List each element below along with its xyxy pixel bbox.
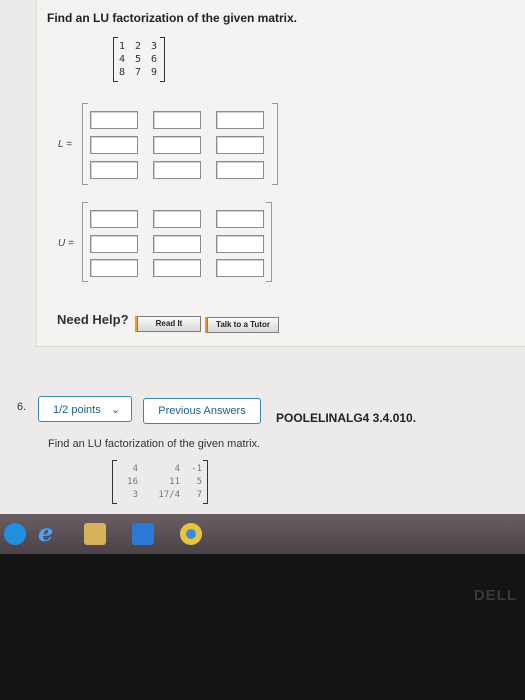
u-input-21[interactable] xyxy=(90,235,138,253)
matrix-cell: 4 xyxy=(119,54,126,65)
dell-logo: DELL xyxy=(473,587,517,604)
matrix-cell: 7 xyxy=(135,67,142,78)
l-input-12[interactable] xyxy=(153,111,201,129)
file-explorer-icon[interactable] xyxy=(84,523,106,545)
l-input-22[interactable] xyxy=(153,136,201,154)
matrix-cell: 2 xyxy=(135,41,142,52)
read-it-button[interactable]: Read It xyxy=(137,316,201,332)
matrix-cell: -1 xyxy=(191,464,202,474)
windows-store-icon[interactable] xyxy=(132,523,154,545)
screen: Find an LU factorization of the given ma… xyxy=(0,0,525,532)
question-6-matrix: 4 4 -1 16 11 5 3 17/4 7 xyxy=(112,460,208,504)
matrix-cell: 17/4 xyxy=(158,490,180,500)
l-input-31[interactable] xyxy=(90,161,138,179)
u-label: U = xyxy=(58,238,74,249)
matrix-cell: 4 xyxy=(132,464,138,474)
question-6-prompt: Find an LU factorization of the given ma… xyxy=(48,438,261,450)
matrix-cell: 5 xyxy=(135,54,142,65)
chevron-down-icon: ⌄ xyxy=(111,404,121,416)
question-5-prompt: Find an LU factorization of the given ma… xyxy=(47,11,298,25)
u-input-12[interactable] xyxy=(153,210,201,228)
u-input-31[interactable] xyxy=(90,259,138,277)
matrix-cell: 5 xyxy=(196,477,202,487)
u-input-33[interactable] xyxy=(216,259,264,277)
matrix-cell: 8 xyxy=(119,67,126,78)
u-input-32[interactable] xyxy=(153,259,201,277)
l-input-23[interactable] xyxy=(216,136,264,154)
u-input-22[interactable] xyxy=(153,235,201,253)
points-dropdown[interactable]: 1/2 points ⌄ xyxy=(38,396,132,422)
l-input-13[interactable] xyxy=(216,111,264,129)
question-code: POOLELINALG4 3.4.010. xyxy=(276,411,417,425)
matrix-cell: 7 xyxy=(196,490,202,500)
points-label: 1/2 points xyxy=(53,404,101,416)
windows-start-icon[interactable] xyxy=(4,523,26,545)
question-6-number: 6. xyxy=(17,401,27,413)
matrix-cell: 16 xyxy=(127,477,138,487)
l-input-11[interactable] xyxy=(90,111,138,129)
u-input-11[interactable] xyxy=(90,210,138,228)
matrix-cell: 3 xyxy=(151,41,158,52)
l-label: L = xyxy=(58,139,72,150)
l-input-21[interactable] xyxy=(90,136,138,154)
u-input-13[interactable] xyxy=(216,210,264,228)
matrix-cell: 1 xyxy=(119,41,126,52)
matrix-cell: 11 xyxy=(169,477,180,487)
matrix-cell: 9 xyxy=(151,67,158,78)
internet-explorer-icon[interactable]: e xyxy=(38,521,60,545)
matrix-cell: 6 xyxy=(151,54,158,65)
chrome-icon[interactable] xyxy=(180,523,202,545)
taskbar: e xyxy=(0,514,525,554)
matrix-cell: 3 xyxy=(132,490,138,500)
u-input-23[interactable] xyxy=(216,235,264,253)
question-5-matrix: 1 2 3 4 5 6 8 7 9 xyxy=(113,37,165,82)
previous-answers-button[interactable]: Previous Answers xyxy=(143,398,261,424)
l-input-33[interactable] xyxy=(216,161,264,179)
talk-to-tutor-button[interactable]: Talk to a Tutor xyxy=(207,317,279,333)
need-help-label: Need Help? xyxy=(57,312,129,327)
matrix-cell: 4 xyxy=(174,464,180,474)
l-input-32[interactable] xyxy=(153,161,201,179)
